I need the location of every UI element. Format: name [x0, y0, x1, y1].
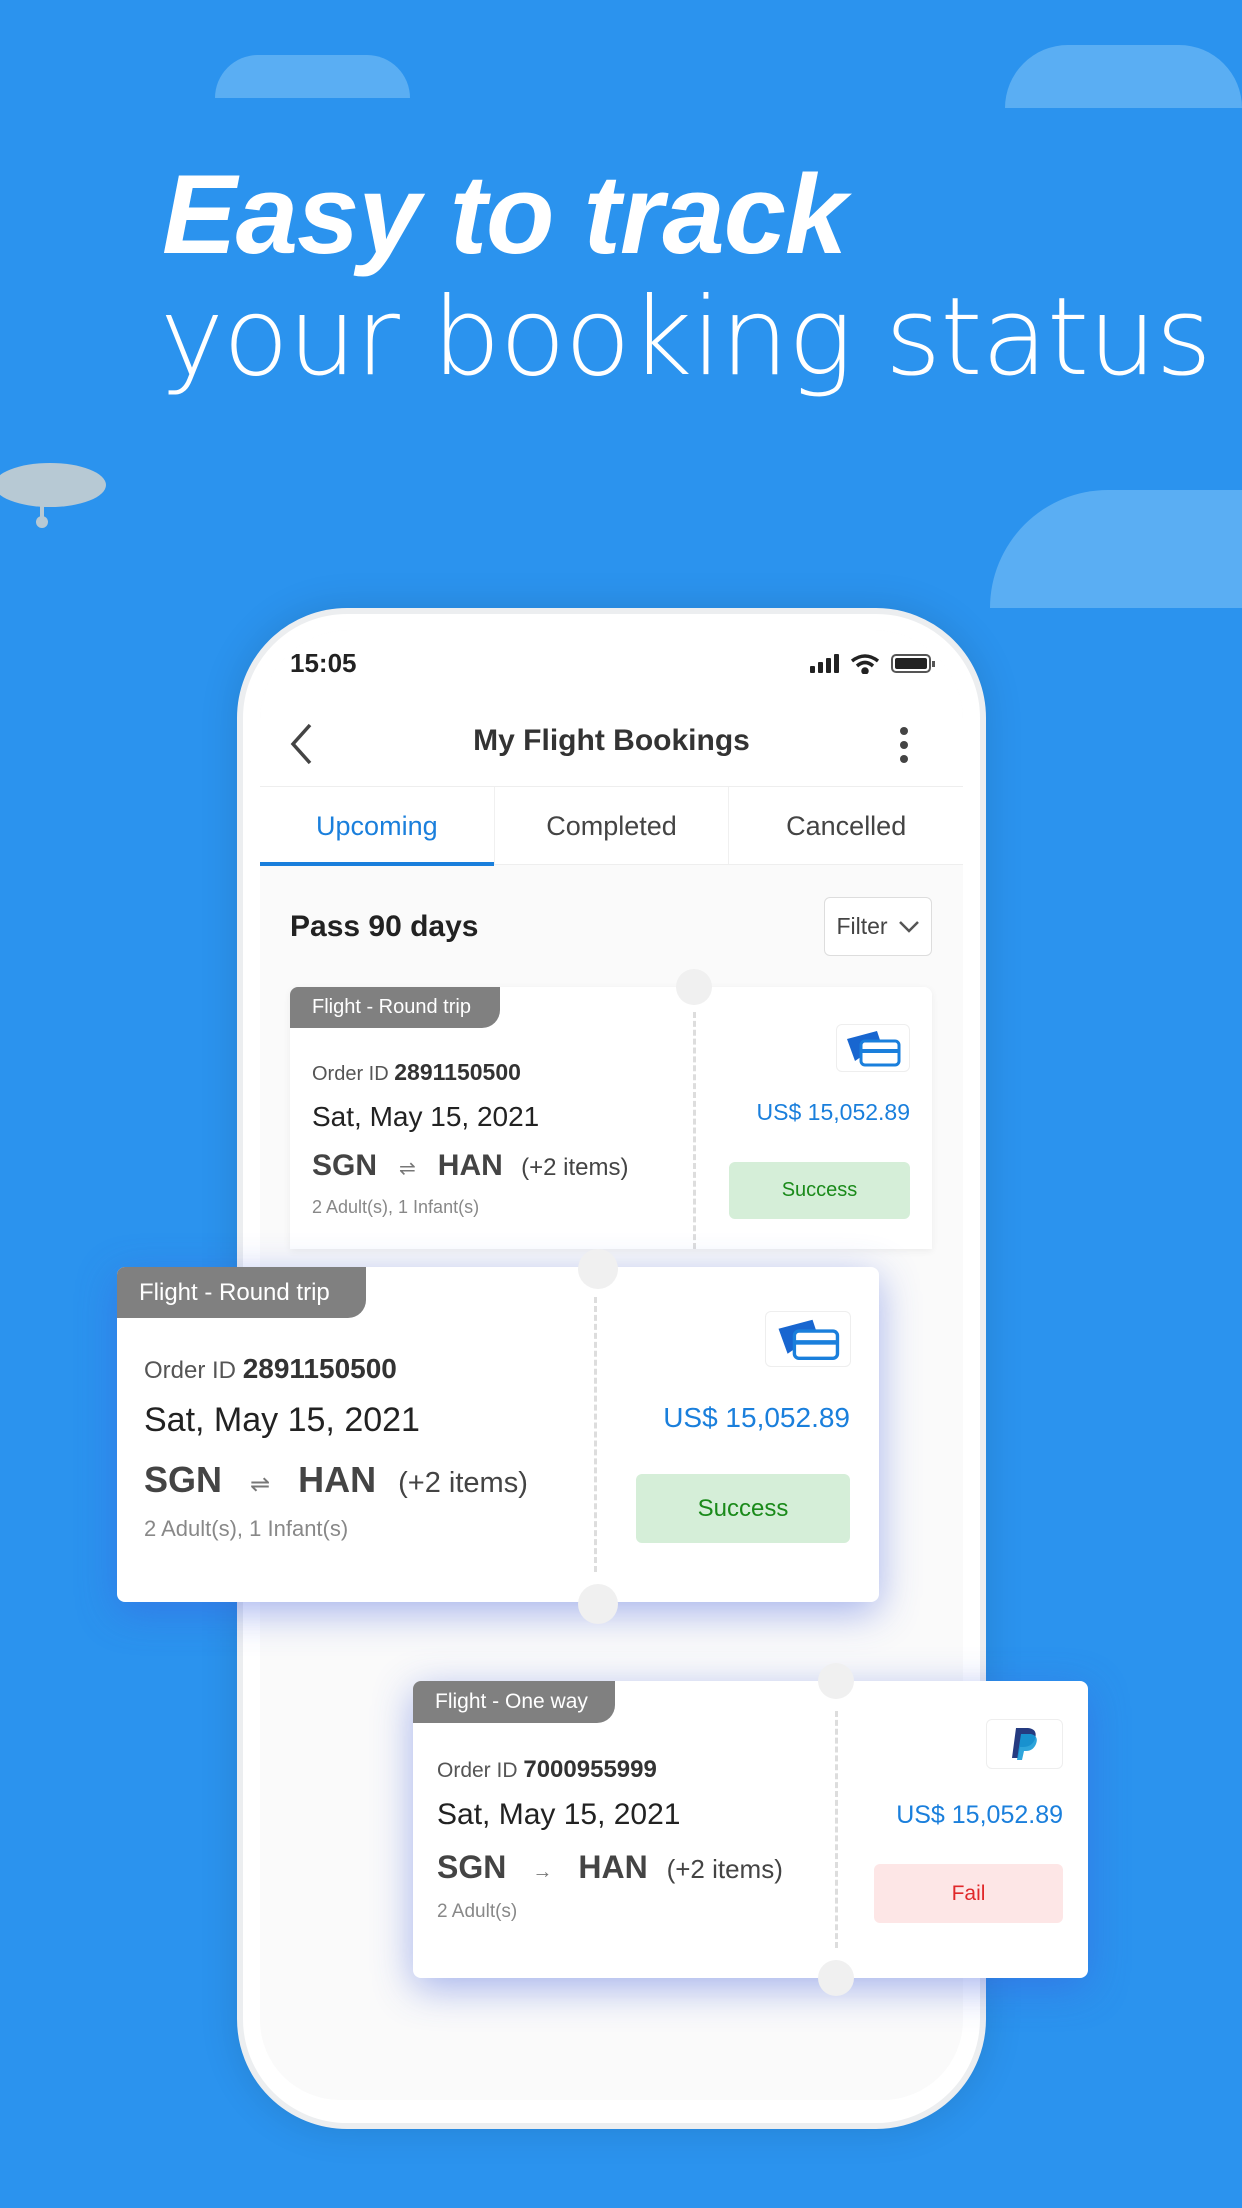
route-to: HAN: [578, 1849, 648, 1885]
battery-icon: [891, 654, 935, 673]
credit-card-icon: [765, 1311, 851, 1367]
status-badge: Fail: [874, 1864, 1063, 1923]
ticket-notch: [818, 1960, 854, 1996]
order-id: 2891150500: [242, 1353, 397, 1384]
credit-card-icon: [836, 1024, 910, 1072]
route-from: SGN: [437, 1849, 507, 1885]
cloud-decoration: [215, 55, 410, 98]
booking-type-tag: Flight - One way: [413, 1681, 615, 1723]
filter-label: Filter: [836, 913, 888, 939]
status-badge: Success: [636, 1474, 850, 1543]
ticket-divider: [835, 1711, 838, 1948]
passengers: 2 Adult(s): [437, 1901, 518, 1922]
booking-type-tag: Flight - Round trip: [117, 1267, 366, 1318]
ticket-notch: [676, 969, 712, 1005]
extra-items: (+2 items): [666, 1854, 783, 1884]
ticket-divider: [594, 1297, 597, 1572]
section-title: Pass 90 days: [290, 910, 479, 943]
order-id-label: Order ID: [437, 1759, 518, 1782]
ticket-notch: [818, 1663, 854, 1699]
filter-dropdown[interactable]: Filter: [824, 897, 932, 956]
passengers: 2 Adult(s), 1 Infant(s): [312, 1197, 480, 1217]
tab-upcoming[interactable]: Upcoming: [260, 787, 494, 866]
extra-items: (+2 items): [521, 1154, 629, 1181]
route-from: SGN: [144, 1459, 223, 1500]
status-time: 15:05: [290, 648, 357, 678]
booking-price: US$ 15,052.89: [663, 1402, 850, 1433]
order-id-label: Order ID: [144, 1357, 237, 1384]
booking-card[interactable]: Flight - Round trip Order ID 2891150500 …: [290, 969, 932, 1249]
status-badge: Success: [729, 1162, 910, 1219]
ticket-notch: [578, 1584, 618, 1624]
paypal-icon: [986, 1719, 1063, 1769]
wifi-icon: [850, 654, 880, 675]
cloud-decoration: [1005, 45, 1242, 108]
booking-date: Sat, May 15, 2021: [437, 1798, 681, 1831]
kebab-menu-icon: [900, 727, 908, 763]
tab-cancelled[interactable]: Cancelled: [728, 787, 963, 864]
booking-date: Sat, May 15, 2021: [144, 1401, 420, 1439]
booking-date: Sat, May 15, 2021: [312, 1101, 540, 1132]
round-trip-arrow-icon: ⇌: [399, 1158, 416, 1180]
booking-tabs: Upcoming Completed Cancelled: [260, 786, 963, 866]
round-trip-arrow-icon: ⇌: [250, 1471, 271, 1498]
headline-light: your booking status: [160, 275, 1212, 400]
route-to: HAN: [298, 1459, 377, 1500]
one-way-arrow-icon: →: [532, 1861, 553, 1883]
signal-icon: [810, 654, 839, 673]
route-to: HAN: [437, 1149, 503, 1182]
booking-card[interactable]: Flight - Round trip Order ID 2891150500 …: [117, 1249, 879, 1624]
tab-completed[interactable]: Completed: [493, 787, 729, 864]
booking-type-tag: Flight - Round trip: [290, 987, 500, 1028]
cloud-decoration: [990, 490, 1242, 608]
booking-card[interactable]: Flight - One way Order ID 7000955999 Sat…: [413, 1663, 1088, 1996]
status-icons: [810, 652, 936, 679]
passengers: 2 Adult(s), 1 Infant(s): [144, 1516, 349, 1541]
extra-items: (+2 items): [398, 1467, 528, 1499]
route-from: SGN: [312, 1149, 378, 1182]
order-id: 2891150500: [394, 1059, 521, 1085]
chevron-down-icon: [898, 920, 919, 933]
ticket-divider: [693, 1012, 696, 1249]
airplane-icon: [0, 450, 108, 528]
more-menu-button[interactable]: [896, 726, 912, 769]
page-title: My Flight Bookings: [473, 724, 750, 757]
order-id-label: Order ID: [312, 1063, 389, 1085]
booking-price: US$ 15,052.89: [756, 1099, 910, 1125]
booking-price: US$ 15,052.89: [896, 1801, 1063, 1829]
order-id: 7000955999: [523, 1756, 657, 1783]
headline-bold: Easy to track: [162, 152, 847, 277]
ticket-notch: [578, 1249, 618, 1289]
